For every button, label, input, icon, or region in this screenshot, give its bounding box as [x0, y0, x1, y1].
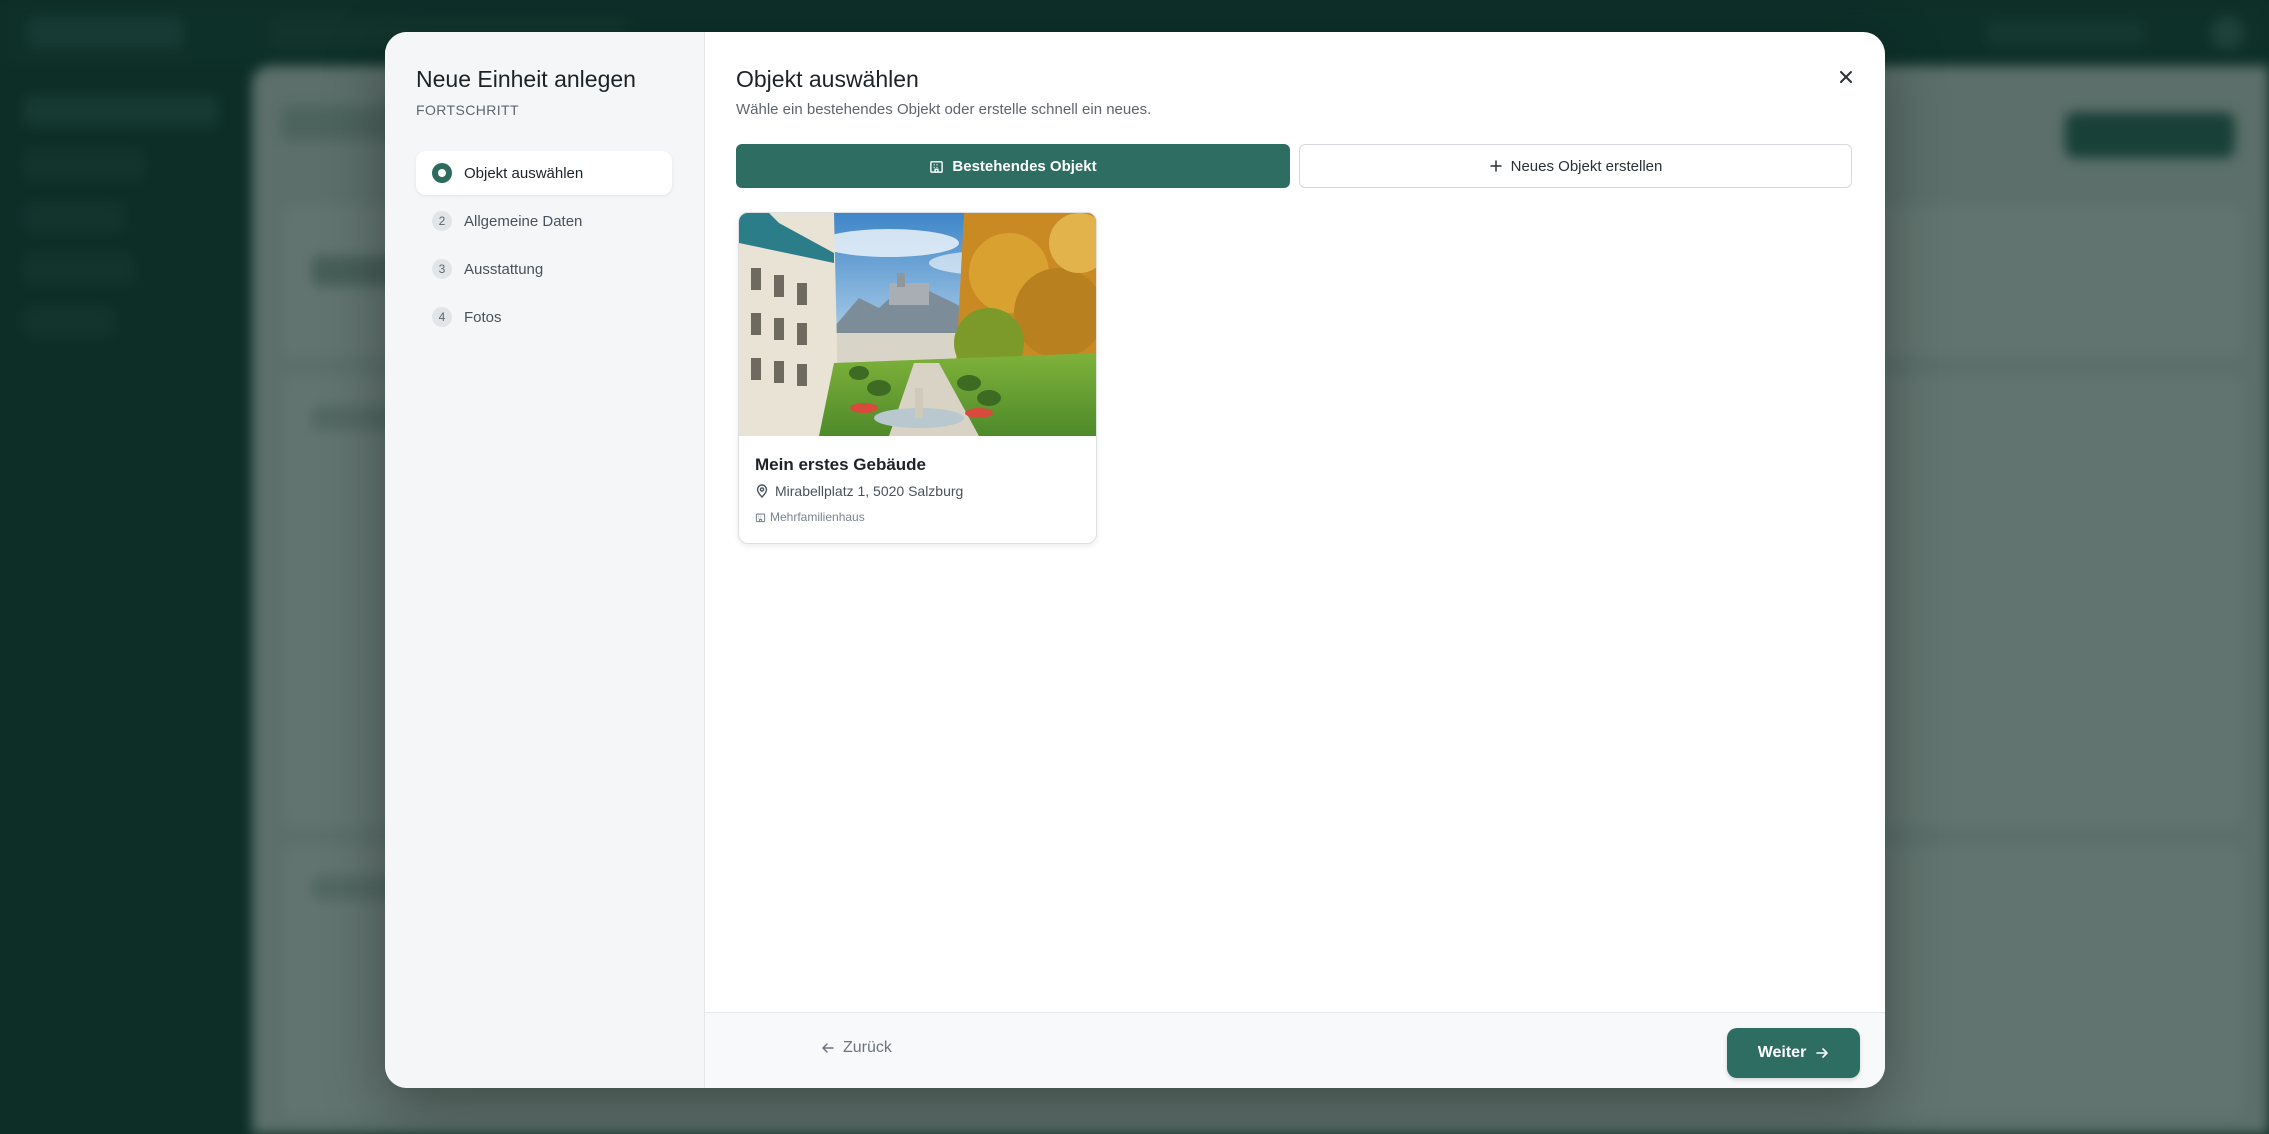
- step-number: 3: [432, 259, 452, 279]
- step-label: Ausstattung: [464, 260, 544, 278]
- object-name: Mein erstes Gebäude: [755, 455, 927, 474]
- next-button[interactable]: Weiter: [1727, 1028, 1860, 1078]
- map-pin-icon: [756, 484, 768, 498]
- step-active-indicator-icon: [432, 163, 452, 183]
- new-unit-dialog: Neue Einheit anlegen FORTSCHRITT Objekt …: [385, 32, 1885, 1088]
- building-icon: [930, 160, 944, 173]
- step-label: Allgemeine Daten: [464, 212, 583, 230]
- back-label: Zurück: [843, 1039, 892, 1056]
- new-object-button[interactable]: Neues Objekt erstellen: [1299, 144, 1852, 188]
- progress-label: FORTSCHRITT: [416, 102, 519, 118]
- close-button[interactable]: [1831, 62, 1861, 92]
- step-objekt-auswaehlen[interactable]: Objekt auswählen: [416, 151, 672, 195]
- step-label: Fotos: [464, 308, 502, 326]
- progress-panel: Neue Einheit anlegen FORTSCHRITT Objekt …: [385, 32, 705, 1088]
- existing-object-label: Bestehendes Objekt: [952, 157, 1097, 175]
- object-address: Mirabellplatz 1, 5020 Salzburg: [755, 483, 963, 499]
- object-address-text: Mirabellplatz 1, 5020 Salzburg: [775, 483, 964, 499]
- object-card[interactable]: Mein erstes Gebäude Mirabellplatz 1, 502…: [738, 212, 1097, 544]
- step-allgemeine-daten[interactable]: 2 Allgemeine Daten: [416, 199, 672, 243]
- step-number: 4: [432, 307, 452, 327]
- arrow-right-icon: [1816, 1048, 1829, 1058]
- building-icon: [755, 513, 766, 522]
- object-type-text: Mehrfamilienhaus: [770, 510, 865, 524]
- new-object-label: Neues Objekt erstellen: [1510, 157, 1663, 175]
- plus-icon: [1489, 160, 1502, 172]
- dialog-title: Neue Einheit anlegen: [416, 66, 636, 92]
- step-ausstattung[interactable]: 3 Ausstattung: [416, 247, 672, 291]
- existing-object-button[interactable]: Bestehendes Objekt: [736, 144, 1290, 188]
- back-button[interactable]: Zurück: [821, 1039, 892, 1057]
- object-photo: [739, 213, 1096, 436]
- content-title: Objekt auswählen: [736, 66, 919, 92]
- close-icon: [1840, 71, 1852, 83]
- next-label: Weiter: [1757, 1044, 1807, 1061]
- object-type: Mehrfamilienhaus: [755, 510, 865, 524]
- content-subtitle: Wähle ein bestehendes Objekt oder erstel…: [736, 101, 1152, 118]
- step-number: 2: [432, 211, 452, 231]
- step-label: Objekt auswählen: [464, 164, 584, 182]
- step-fotos[interactable]: 4 Fotos: [416, 295, 672, 339]
- arrow-left-icon: [822, 1043, 834, 1053]
